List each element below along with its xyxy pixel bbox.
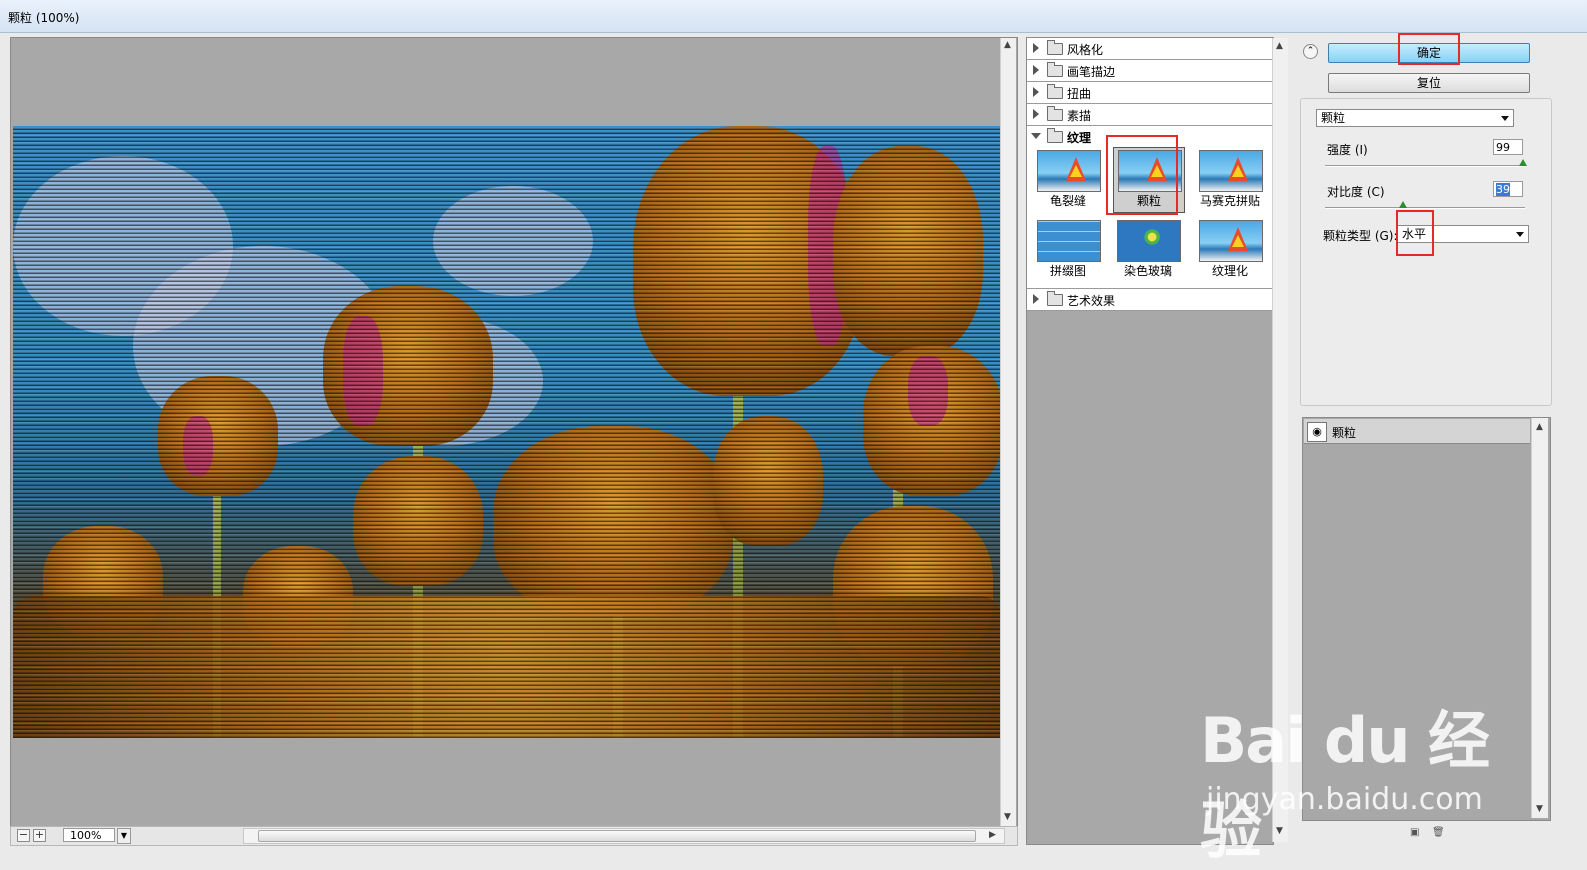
- highlight-grain-type: [1396, 210, 1434, 256]
- filter-label: 染色玻璃: [1123, 264, 1172, 278]
- scroll-up-icon[interactable]: ▲: [1004, 40, 1011, 50]
- filter-texturizer[interactable]: 纹理化: [1195, 218, 1265, 282]
- category-distort[interactable]: 扭曲: [1027, 82, 1273, 104]
- effect-layer-label: 颗粒: [1332, 426, 1357, 440]
- category-label: 艺术效果: [1067, 294, 1116, 308]
- expand-icon[interactable]: [1033, 43, 1039, 53]
- effect-layer-row[interactable]: ◉ 颗粒: [1304, 419, 1530, 444]
- collapse-icon[interactable]: [1031, 133, 1041, 139]
- title-bar: 颗粒 (100%): [0, 0, 1587, 33]
- category-label: 风格化: [1067, 43, 1104, 57]
- contrast-input[interactable]: 39: [1493, 181, 1523, 197]
- intensity-input[interactable]: 99: [1493, 139, 1523, 155]
- filter-select[interactable]: 颗粒: [1316, 109, 1514, 127]
- highlight-ok: [1398, 33, 1460, 65]
- filter-thumbnail: [1037, 150, 1101, 192]
- folder-open-icon: [1047, 128, 1063, 143]
- category-label: 纹理: [1067, 131, 1092, 145]
- category-stylize[interactable]: 风格化: [1027, 38, 1273, 60]
- preview-pane[interactable]: [10, 37, 1018, 829]
- filter-label: 马赛克拼贴: [1199, 194, 1260, 208]
- contrast-slider[interactable]: [1325, 207, 1525, 209]
- filter-thumbnail: [1037, 220, 1101, 262]
- filter-mosaic-tiles[interactable]: 马赛克拼贴: [1195, 148, 1265, 212]
- folder-icon: [1047, 84, 1063, 99]
- filter-thumbnail: [1199, 150, 1263, 192]
- scroll-up-icon[interactable]: ▲: [1276, 41, 1283, 51]
- highlight-grain-filter: [1106, 135, 1178, 215]
- effect-layers-scrollbar[interactable]: ▲ ▼: [1531, 418, 1548, 818]
- collapse-gallery-icon[interactable]: ⌃: [1303, 44, 1318, 59]
- filter-label: 拼缀图: [1049, 264, 1086, 278]
- filter-craquelure[interactable]: 龟裂缝: [1033, 148, 1103, 212]
- grain-type-label: 颗粒类型 (G):: [1323, 229, 1398, 243]
- filter-patchwork[interactable]: 拼缀图: [1033, 218, 1103, 282]
- zoom-out-button[interactable]: −: [17, 829, 30, 842]
- preview-vertical-scrollbar[interactable]: ▲ ▼: [1000, 38, 1016, 826]
- watermark: Bai du 经验 jingyan.baidu.com: [1200, 690, 1500, 867]
- contrast-slider-handle[interactable]: [1399, 201, 1407, 208]
- filter-thumbnail: [1117, 220, 1181, 262]
- intensity-label: 强度 (I): [1327, 143, 1368, 157]
- window-title: 颗粒 (100%): [8, 11, 80, 25]
- zoom-bar: − + 100% ▼ ◀ ▶: [10, 826, 1018, 846]
- reset-button[interactable]: 复位: [1328, 73, 1530, 93]
- filter-label: 纹理化: [1211, 264, 1248, 278]
- zoom-level-input[interactable]: 100%: [63, 828, 115, 842]
- category-label: 扭曲: [1067, 87, 1092, 101]
- folder-icon: [1047, 40, 1063, 55]
- category-label: 素描: [1067, 109, 1092, 123]
- preview-horizontal-scrollbar[interactable]: [243, 828, 1005, 844]
- filter-thumbnail: [1199, 220, 1263, 262]
- zoom-dropdown-icon[interactable]: ▼: [117, 828, 131, 844]
- intensity-slider[interactable]: [1325, 165, 1525, 167]
- eye-icon[interactable]: ◉: [1307, 422, 1327, 442]
- watermark-main: Bai du 经验: [1200, 704, 1490, 867]
- category-sketch[interactable]: 素描: [1027, 104, 1273, 126]
- category-artistic[interactable]: 艺术效果: [1027, 289, 1273, 311]
- folder-icon: [1047, 291, 1063, 306]
- intensity-slider-handle[interactable]: [1519, 159, 1527, 166]
- preview-image: [13, 126, 1001, 738]
- watermark-url: jingyan.baidu.com: [1206, 782, 1483, 817]
- scroll-down-icon[interactable]: ▼: [1004, 812, 1011, 822]
- expand-icon[interactable]: [1033, 65, 1039, 75]
- scroll-up-icon[interactable]: ▲: [1536, 422, 1543, 432]
- expand-icon[interactable]: [1033, 294, 1039, 304]
- chevron-down-icon: [1516, 232, 1524, 237]
- folder-icon: [1047, 106, 1063, 121]
- chevron-down-icon: [1501, 116, 1509, 121]
- scroll-thumb[interactable]: [258, 830, 976, 842]
- contrast-label: 对比度 (C): [1327, 185, 1385, 199]
- zoom-in-button[interactable]: +: [33, 829, 46, 842]
- filter-label: 龟裂缝: [1049, 194, 1086, 208]
- scroll-down-icon[interactable]: ▼: [1536, 804, 1543, 814]
- category-label: 画笔描边: [1067, 65, 1116, 79]
- filter-select-value: 颗粒: [1321, 111, 1346, 125]
- expand-icon[interactable]: [1033, 109, 1039, 119]
- filter-stained-glass[interactable]: 染色玻璃: [1113, 218, 1183, 282]
- category-brush-strokes[interactable]: 画笔描边: [1027, 60, 1273, 82]
- scroll-right-icon[interactable]: ▶: [989, 830, 996, 840]
- expand-icon[interactable]: [1033, 87, 1039, 97]
- folder-icon: [1047, 62, 1063, 77]
